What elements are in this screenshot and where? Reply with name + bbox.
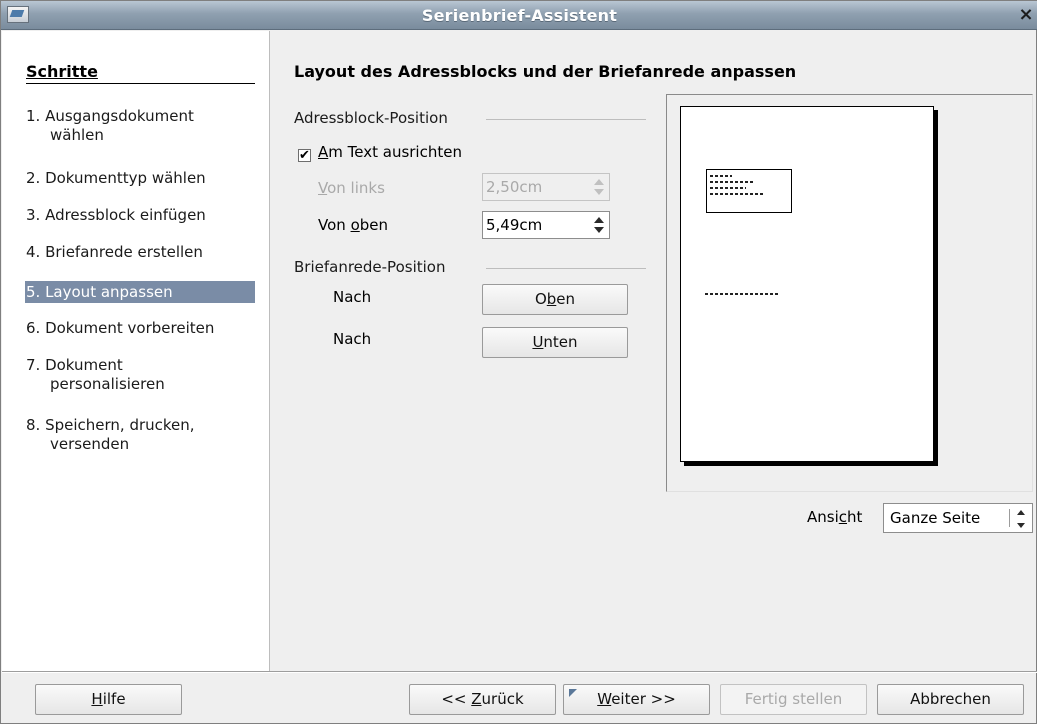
- move-up-button[interactable]: Oben: [482, 284, 628, 315]
- view-select[interactable]: Ganze Seite: [883, 503, 1033, 533]
- finish-button: Fertig stellen: [720, 684, 867, 715]
- preview-text-line: [710, 193, 764, 195]
- address-section-divider: [486, 119, 646, 120]
- help-button[interactable]: Hilfe: [35, 684, 182, 715]
- step-item-7[interactable]: 7. Dokument personalisieren: [26, 356, 258, 394]
- step-label: 5. Layout anpassen: [26, 283, 173, 301]
- step-label: 4. Briefanrede erstellen: [26, 243, 203, 261]
- from-left-spinbox: 2,50cm: [482, 173, 610, 201]
- cancel-button[interactable]: Abbrechen: [877, 684, 1024, 715]
- salutation-section-divider: [486, 268, 646, 269]
- align-to-text-label[interactable]: Am Text ausrichten: [318, 143, 462, 161]
- step-item-4[interactable]: 4. Briefanrede erstellen: [26, 243, 258, 262]
- select-arrows-icon: [1016, 510, 1026, 528]
- step-label-continued: versenden: [50, 435, 130, 453]
- step-item-3[interactable]: 3. Adressblock einfügen: [26, 206, 258, 225]
- from-left-value: 2,50cm: [486, 178, 543, 196]
- view-label: Ansicht: [807, 508, 863, 526]
- preview-text-line: [710, 187, 746, 189]
- page-preview[interactable]: [666, 94, 1033, 492]
- step-label: 6. Dokument vorbereiten: [26, 319, 215, 337]
- page-title: Layout des Adressblocks und der Briefanr…: [294, 62, 797, 81]
- move-down-button[interactable]: Unten: [482, 327, 628, 358]
- step-label-continued: personalisieren: [50, 375, 165, 393]
- view-select-value: Ganze Seite: [890, 509, 981, 527]
- steps-panel: Schritte 1. Ausgangsdokument wählen 2. D…: [2, 31, 270, 671]
- from-top-value[interactable]: 5,49cm: [486, 216, 542, 234]
- step-item-2[interactable]: 2. Dokumenttyp wählen: [26, 169, 258, 188]
- preview-address-block[interactable]: [706, 169, 792, 213]
- salutation-up-label: Nach: [333, 288, 372, 306]
- checkmark-icon: ✔: [299, 148, 310, 163]
- preview-salutation-line[interactable]: [705, 293, 779, 295]
- preview-paper: [680, 106, 934, 462]
- from-top-spinbox[interactable]: 5,49cm: [482, 211, 610, 239]
- next-button[interactable]: Weiter >>: [563, 684, 710, 715]
- preview-text-line: [710, 175, 732, 177]
- step-label: 1. Ausgangsdokument: [26, 107, 194, 125]
- step-item-1[interactable]: 1. Ausgangsdokument wählen: [26, 107, 258, 145]
- default-button-icon: [569, 689, 577, 697]
- step-label-continued: wählen: [50, 126, 104, 144]
- spin-arrows-icon[interactable]: [593, 216, 605, 234]
- step-label: 2. Dokumenttyp wählen: [26, 169, 206, 187]
- step-item-5[interactable]: 5. Layout anpassen: [25, 281, 255, 303]
- steps-heading: Schritte: [26, 62, 255, 84]
- spin-arrows-icon: [593, 178, 605, 196]
- salutation-section-label: Briefanrede-Position: [294, 258, 446, 276]
- footer-divider-highlight: [2, 672, 1037, 673]
- align-to-text-checkbox[interactable]: ✔: [298, 149, 311, 162]
- step-label: 3. Adressblock einfügen: [26, 206, 206, 224]
- step-item-6[interactable]: 6. Dokument vorbereiten: [26, 319, 258, 338]
- address-section-label: Adressblock-Position: [294, 109, 448, 127]
- step-item-8[interactable]: 8. Speichern, drucken, versenden: [26, 416, 258, 454]
- step-label: 7. Dokument: [26, 356, 123, 374]
- back-button[interactable]: << Zurück: [409, 684, 556, 715]
- window-title: Serienbrief-Assistent: [421, 6, 618, 25]
- select-divider: [1009, 509, 1010, 527]
- salutation-down-label: Nach: [333, 330, 372, 348]
- preview-text-line: [710, 181, 754, 183]
- step-label: 8. Speichern, drucken,: [26, 416, 195, 434]
- from-top-label: Von oben: [318, 216, 389, 234]
- from-left-label: Von links: [318, 179, 385, 197]
- close-icon[interactable]: ×: [1016, 4, 1036, 26]
- title-bar[interactable]: Serienbrief-Assistent ×: [1, 1, 1037, 30]
- dialog-window: Serienbrief-Assistent × Schritte 1. Ausg…: [0, 0, 1037, 724]
